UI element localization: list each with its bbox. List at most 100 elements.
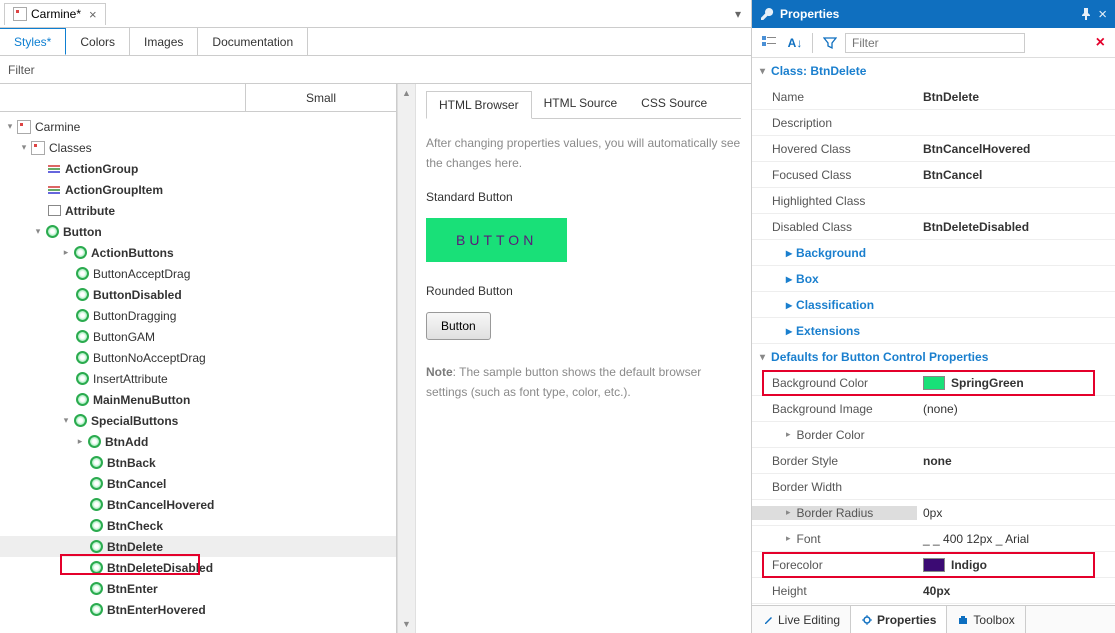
editor-pane: Carmine* × ▾ Styles* Colors Images Docum… [0,0,752,633]
class-icon [74,266,90,282]
pin-icon[interactable] [1080,8,1092,20]
column-small-header: Small [246,84,396,111]
preview-tabs: HTML Browser HTML Source CSS Source [426,90,741,119]
tree-item[interactable]: BtnEnterHovered [0,599,396,620]
sample-rounded-button[interactable]: Button [426,312,491,340]
group-defaults[interactable]: ▾Defaults for Button Control Properties [752,344,1115,370]
tree-classes[interactable]: ▾Classes [0,137,396,158]
class-icon [74,308,90,324]
file-tab-carmine[interactable]: Carmine* × [4,3,106,25]
tab-html-source[interactable]: HTML Source [532,90,630,118]
tab-css-source[interactable]: CSS Source [629,90,719,118]
group-extensions[interactable]: ▸Extensions [752,318,1115,344]
class-icon [88,497,104,513]
sample-standard-button[interactable]: BUTTON [426,218,567,262]
tree-item[interactable]: ActionGroupItem [0,179,396,200]
tab-live-editing[interactable]: Live Editing [752,606,851,633]
tree-item-button[interactable]: ▾Button [0,221,396,242]
class-icon [88,476,104,492]
group-class[interactable]: ▾Class: BtnDelete [752,58,1115,84]
class-icon [88,581,104,597]
tree-root[interactable]: ▾Carmine [0,116,396,137]
lines-icon [46,161,62,177]
tab-html-browser[interactable]: HTML Browser [426,91,532,119]
tree-item[interactable]: BtnEnter [0,578,396,599]
preview-panel: ▲▼ HTML Browser HTML Source CSS Source A… [397,84,751,633]
tab-images[interactable]: Images [130,28,198,55]
class-icon [74,287,90,303]
tab-styles[interactable]: Styles* [0,28,66,55]
file-tab-bar: Carmine* × ▾ [0,0,751,28]
class-icon [86,434,102,450]
properties-header: Properties × [752,0,1115,28]
tree-item[interactable]: ActionGroup [0,158,396,179]
class-icon [88,455,104,471]
tab-properties[interactable]: Properties [851,606,947,633]
properties-filter-input[interactable] [845,33,1025,53]
properties-pane: Properties × A↓ × ▾Class: BtnDelete Name… [752,0,1115,633]
color-swatch-spring [923,376,945,390]
group-box[interactable]: ▸Box [752,266,1115,292]
group-classification[interactable]: ▸Classification [752,292,1115,318]
theme-file-icon [13,7,27,21]
class-icon [74,329,90,345]
prop-forecolor-value[interactable]: Indigo [917,558,1115,572]
box-icon [46,203,62,219]
class-icon [88,602,104,618]
tree-item-special[interactable]: ▾SpecialButtons [0,410,396,431]
rounded-button-label: Rounded Button [426,284,741,298]
class-icon [72,245,88,261]
color-swatch-indigo [923,558,945,572]
tree-item[interactable]: BtnBack [0,452,396,473]
class-icon [44,224,60,240]
close-icon[interactable]: × [1098,6,1107,23]
tree-item[interactable]: ▸BtnAdd [0,431,396,452]
tree-item[interactable]: ButtonGAM [0,326,396,347]
filter-label: Filter [8,63,35,77]
class-icon [88,539,104,555]
tree-vscroll[interactable]: ▲▼ [397,84,415,633]
clear-filter-icon[interactable]: × [1092,34,1109,52]
tree-item[interactable]: BtnDeleteDisabled [0,557,396,578]
section-tabs: Styles* Colors Images Documentation [0,28,751,56]
class-icon [74,392,90,408]
properties-title: Properties [780,7,1074,21]
tree-item[interactable]: Attribute [0,200,396,221]
tree-item[interactable]: BtnCheck [0,515,396,536]
properties-body: ▾Class: BtnDelete NameBtnDelete Descript… [752,58,1115,605]
tree-item[interactable]: MainMenuButton [0,389,396,410]
tab-documentation[interactable]: Documentation [198,28,308,55]
tree-scroll[interactable]: ▾Carmine ▾Classes ActionGroup ActionGrou… [0,112,396,633]
lines-icon [46,182,62,198]
prop-bgcolor-value[interactable]: SpringGreen [917,376,1115,390]
tree-filter[interactable]: Filter [0,56,751,84]
class-tree-panel: Small ▾Carmine ▾Classes ActionGroup Acti… [0,84,397,633]
prop-name-value[interactable]: BtnDelete [917,90,1115,104]
class-icon [88,518,104,534]
group-background[interactable]: ▸Background [752,240,1115,266]
tab-toolbox[interactable]: Toolbox [947,606,1025,633]
alphabetical-icon[interactable]: A↓ [784,32,806,54]
tree-item[interactable]: ButtonAcceptDrag [0,263,396,284]
tree-item[interactable]: ButtonDragging [0,305,396,326]
tree-item-btndelete[interactable]: BtnDelete [0,536,396,557]
preview-footnote: Note: The sample button shows the defaul… [426,362,741,403]
filter-funnel-icon[interactable] [819,32,841,54]
tree-item[interactable]: InsertAttribute [0,368,396,389]
theme-icon [16,119,32,135]
tree-item[interactable]: BtnCancel [0,473,396,494]
class-icon [88,560,104,576]
tree-item[interactable]: ButtonNoAcceptDrag [0,347,396,368]
properties-toolbar: A↓ × [752,28,1115,58]
wrench-icon [760,7,774,21]
categorized-icon[interactable] [758,32,780,54]
close-icon[interactable]: × [89,7,97,22]
folder-icon [30,140,46,156]
tree-item[interactable]: ButtonDisabled [0,284,396,305]
tree-item[interactable]: BtnCancelHovered [0,494,396,515]
prop-name-label: Name [752,90,917,104]
tree-item[interactable]: ▸ActionButtons [0,242,396,263]
tab-overflow-dropdown[interactable]: ▾ [729,7,747,21]
tab-colors[interactable]: Colors [66,28,130,55]
class-icon [74,371,90,387]
